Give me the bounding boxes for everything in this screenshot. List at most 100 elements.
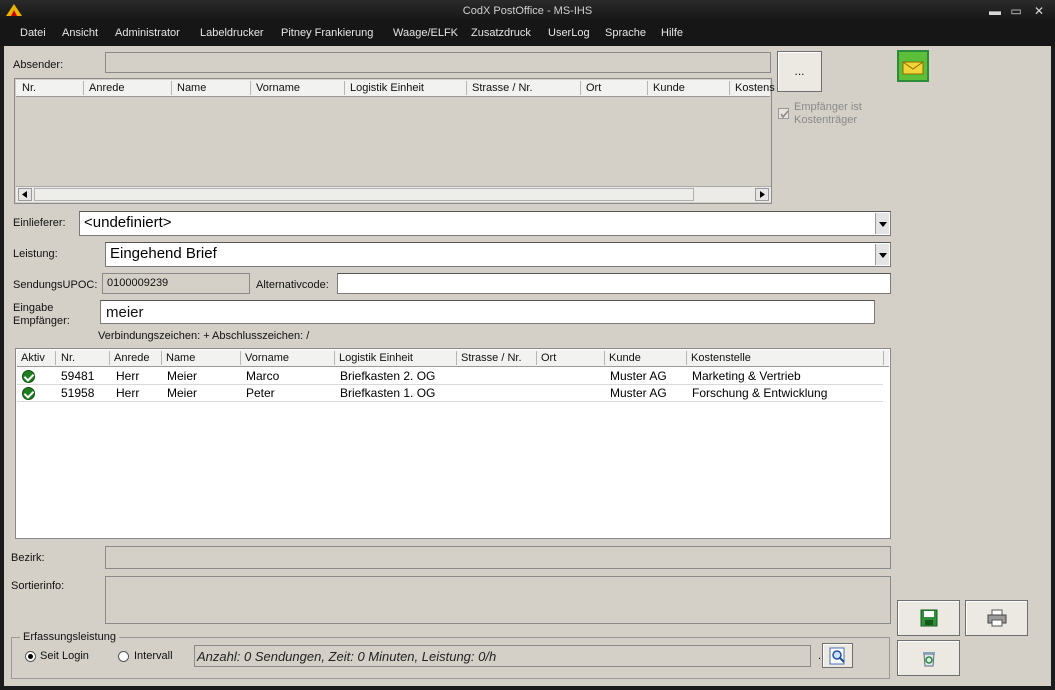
alternativcode-label: Alternativcode: [256,279,329,291]
recipient-search-input[interactable]: meier [100,300,875,324]
recycle-bin-icon [922,652,935,667]
checkmark-icon [780,110,789,119]
einlieferer-value: <undefiniert> [84,214,172,231]
upoc-label: SendungsUPOC: [13,279,98,291]
col-anrede[interactable]: Anrede [114,352,149,364]
print-button[interactable] [965,600,1028,636]
table-row[interactable]: 59481 Herr Meier Marco Briefkasten 2. OG… [17,368,883,385]
scroll-right-button[interactable] [755,188,769,201]
menu-zusatzdruck[interactable]: Zusatzdruck [471,27,531,39]
cell-nr: 59481 [61,369,95,383]
bezirk-field [105,546,891,569]
sender-grid-header: Nr. Anrede Name Vorname Logistik Einheit… [16,80,775,97]
minimize-button[interactable]: ▬ [986,3,1004,19]
leistung-select[interactable]: Eingehend Brief [105,242,891,267]
chevron-down-icon[interactable] [875,244,889,265]
sender-field [105,52,771,73]
cell-kunde: Muster AG [610,369,667,383]
col-ort[interactable]: Ort [586,82,601,94]
cell-anrede: Herr [116,369,140,383]
alternativcode-input[interactable] [337,273,891,294]
col-vorname[interactable]: Vorname [256,82,300,94]
close-button[interactable]: ✕ [1030,3,1048,19]
sender-browse-button[interactable]: ... [777,51,822,92]
menu-administrator[interactable]: Administrator [115,27,180,39]
active-check-icon [22,387,35,400]
recipients-grid-header: Aktiv Nr. Anrede Name Vorname Logistik E… [17,350,889,367]
sortierinfo-field [105,576,891,624]
table-row[interactable]: 51958 Herr Meier Peter Briefkasten 1. OG… [17,385,883,402]
menu-sprache[interactable]: Sprache [605,27,646,39]
einlieferer-label: Einlieferer: [13,217,66,229]
arrow-right-icon [760,191,765,198]
recipient-label-1: Eingabe [13,302,54,314]
details-button[interactable] [822,643,853,668]
cell-kunde: Muster AG [610,386,667,400]
menu-bar: Datei Ansicht Administrator Labeldrucker… [0,22,1055,46]
col-logistik[interactable]: Logistik Einheit [350,82,424,94]
cell-vorname: Marco [246,369,280,383]
scroll-thumb[interactable] [34,188,694,201]
col-kostenstelle[interactable]: Kostenstelle [691,352,751,364]
col-name[interactable]: Name [166,352,195,364]
erfassung-legend: Erfassungsleistung [20,631,119,643]
col-strasse[interactable]: Strasse / Nr. [472,82,533,94]
bezirk-label: Bezirk: [11,552,45,564]
sender-label: Absender: [13,59,64,71]
erfassung-stats-field: Anzahl: 0 Sendungen, Zeit: 0 Minuten, Le… [194,645,811,667]
col-kunde[interactable]: Kunde [609,352,641,364]
radio-intervall[interactable] [118,651,129,662]
radio-seit-login[interactable] [25,651,36,662]
cell-name: Meier [167,369,198,383]
col-nr[interactable]: Nr. [22,82,36,94]
window-title: CodX PostOffice - MS-IHS [462,5,593,17]
menu-labeldrucker[interactable]: Labeldrucker [200,27,264,39]
col-aktiv[interactable]: Aktiv [21,352,45,364]
separator-hint: Verbindungszeichen: + Abschlusszeichen: … [98,330,310,342]
leistung-label: Leistung: [13,248,58,260]
cell-name: Meier [167,386,198,400]
col-nr[interactable]: Nr. [61,352,75,364]
menu-datei[interactable]: Datei [20,27,46,39]
sender-grid: Nr. Anrede Name Vorname Logistik Einheit… [14,78,775,204]
save-button[interactable] [897,600,960,636]
envelope-icon[interactable] [897,50,929,82]
leistung-value: Eingehend Brief [110,245,217,262]
maximize-button[interactable]: ▭ [1007,3,1025,19]
einlieferer-select[interactable]: <undefiniert> [79,211,891,236]
scroll-left-button[interactable] [18,188,32,201]
sender-grid-scrollbar[interactable] [16,186,771,202]
cell-kostenstelle: Forschung & Entwicklung [692,386,828,400]
cost-bearer-checkbox[interactable] [778,108,789,119]
cost-bearer-label-1: Empfänger ist [794,101,862,113]
radio-intervall-label[interactable]: Intervall [134,650,173,662]
menu-ansicht[interactable]: Ansicht [62,27,98,39]
cost-bearer-label-2: Kostenträger [794,114,857,126]
radio-seit-login-label[interactable]: Seit Login [40,650,89,662]
col-strasse[interactable]: Strasse / Nr. [461,352,522,364]
menu-hilfe[interactable]: Hilfe [661,27,683,39]
col-name[interactable]: Name [177,82,206,94]
col-ort[interactable]: Ort [541,352,556,364]
col-logistik[interactable]: Logistik Einheit [339,352,413,364]
chevron-down-icon[interactable] [875,213,889,234]
title-bar: CodX PostOffice - MS-IHS ▬ ▭ ✕ [0,0,1055,22]
upoc-value: 0100009239 [107,277,169,289]
menu-waage-elfk[interactable]: Waage/ELFK [393,27,458,39]
recipients-grid: Aktiv Nr. Anrede Name Vorname Logistik E… [15,348,891,539]
col-anrede[interactable]: Anrede [89,82,124,94]
cell-anrede: Herr [116,386,140,400]
menu-pitney-frankierung[interactable]: Pitney Frankierung [281,27,373,39]
arrow-left-icon [22,191,27,198]
col-vorname[interactable]: Vorname [245,352,289,364]
cell-kostenstelle: Marketing & Vertrieb [692,369,801,383]
printer-icon [987,609,1006,627]
cell-logistik: Briefkasten 1. OG [340,386,436,400]
col-kunde[interactable]: Kunde [653,82,685,94]
active-check-icon [22,370,35,383]
recycle-button[interactable] [897,640,960,676]
menu-userlog[interactable]: UserLog [548,27,590,39]
cell-logistik: Briefkasten 2. OG [340,369,436,383]
sortierinfo-label: Sortierinfo: [11,580,65,592]
col-kostenstelle[interactable]: Kostens [735,82,775,94]
